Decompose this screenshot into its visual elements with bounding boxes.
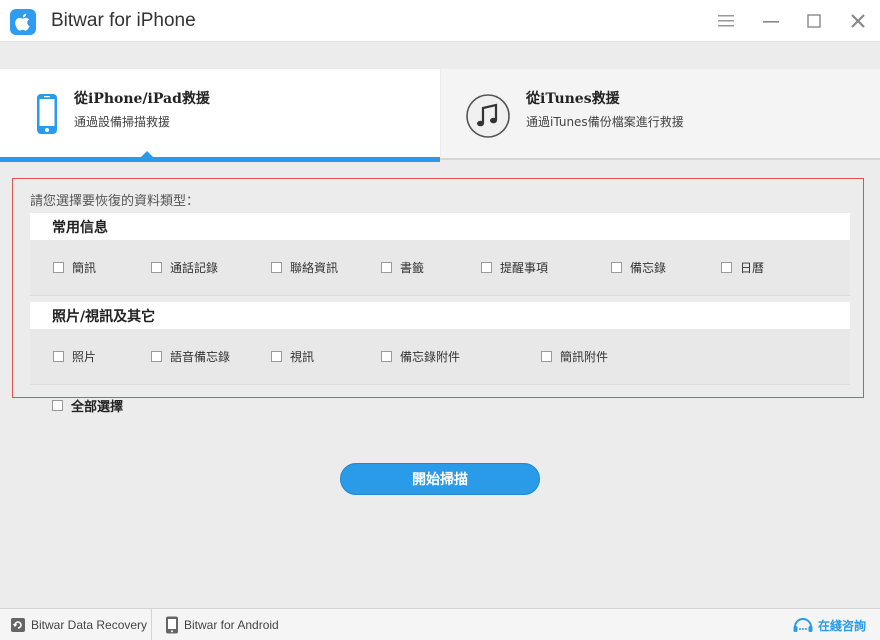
option-label: 簡訊附件	[560, 349, 609, 364]
option-bookmarks[interactable]: 書籤	[381, 259, 424, 275]
tab-title: 從iPhone/iPad救援	[74, 91, 210, 107]
footer-bar: Bitwar Data Recovery Bitwar for Android …	[0, 608, 880, 640]
option-label: 語音備忘錄	[170, 349, 231, 364]
iphone-icon	[37, 94, 57, 134]
footer-link-label: Bitwar Data Recovery	[31, 618, 148, 632]
tab-iphone-recovery[interactable]: 從iPhone/iPad救援 通過設備掃描救援	[0, 69, 440, 159]
select-all-label: 全部選擇	[71, 400, 124, 415]
android-phone-icon	[166, 616, 178, 634]
option-sms[interactable]: 簡訊	[53, 259, 96, 275]
checkbox[interactable]	[611, 261, 622, 273]
checkbox[interactable]	[381, 261, 392, 273]
active-tab-indicator	[0, 157, 440, 162]
apple-logo-icon	[10, 9, 36, 35]
tab-subtitle: 通過設備掃描救援	[74, 115, 171, 129]
option-label: 照片	[72, 349, 97, 364]
option-photos[interactable]: 照片	[53, 348, 96, 364]
select-all-option[interactable]: 全部選擇	[52, 396, 123, 415]
tab-itunes-recovery[interactable]: 從iTunes救援 通過iTunes備份檔案進行救援	[441, 69, 880, 159]
checkbox[interactable]	[151, 350, 162, 362]
option-note-attachments[interactable]: 備忘錄附件	[381, 348, 460, 364]
option-videos[interactable]: 視訊	[271, 348, 314, 364]
select-all-checkbox[interactable]	[52, 400, 63, 411]
data-type-panel: 請您選擇要恢復的資料類型： 常用信息 簡訊 通話記錄 聯絡資訊 書籤 提醒事項 …	[12, 178, 864, 398]
close-icon	[851, 14, 865, 28]
option-label: 書籤	[400, 260, 425, 275]
option-calendar[interactable]: 日曆	[721, 259, 764, 275]
online-consult-label: 在綫咨詢	[817, 618, 866, 633]
minimize-button[interactable]	[761, 11, 781, 31]
group-header-media: 照片/視訊及其它	[30, 302, 850, 329]
checkbox[interactable]	[53, 261, 64, 273]
maximize-icon	[807, 14, 821, 28]
footer-link-data-recovery[interactable]: Bitwar Data Recovery	[10, 609, 147, 640]
menu-button[interactable]	[716, 11, 736, 31]
tab-title: 從iTunes救援	[526, 91, 620, 107]
music-note-icon	[466, 94, 510, 138]
tab-subtitle: 通過iTunes備份檔案進行救援	[526, 115, 684, 129]
option-voice-memos[interactable]: 語音備忘錄	[151, 348, 230, 364]
checkbox[interactable]	[721, 261, 732, 273]
data-type-prompt: 請您選擇要恢復的資料類型：	[30, 194, 200, 209]
start-scan-button[interactable]: 開始掃描	[340, 463, 540, 495]
group-title: 常用信息	[52, 220, 108, 236]
minimize-icon	[763, 21, 779, 23]
checkbox[interactable]	[271, 261, 282, 273]
checkbox[interactable]	[53, 350, 64, 362]
group-options-media: 照片 語音備忘錄 視訊 備忘錄附件 簡訊附件	[30, 329, 850, 385]
option-sms-attachments[interactable]: 簡訊附件	[541, 348, 608, 364]
data-recovery-icon	[11, 618, 25, 632]
group-options-common: 簡訊 通話記錄 聯絡資訊 書籤 提醒事項 備忘錄 日曆	[30, 240, 850, 296]
option-call-log[interactable]: 通話記錄	[151, 259, 218, 275]
footer-link-android[interactable]: Bitwar for Android	[165, 609, 279, 640]
hamburger-menu-icon	[718, 15, 734, 27]
option-notes[interactable]: 備忘錄	[611, 259, 666, 275]
option-label: 通話記錄	[170, 260, 219, 275]
checkbox[interactable]	[271, 350, 282, 362]
window-title: Bitwar for iPhone	[51, 10, 196, 31]
group-title: 照片/視訊及其它	[52, 309, 156, 325]
maximize-button[interactable]	[804, 11, 824, 31]
option-label: 簡訊	[72, 260, 97, 275]
option-label: 備忘錄附件	[400, 349, 461, 364]
option-contacts[interactable]: 聯絡資訊	[271, 259, 338, 275]
option-reminders[interactable]: 提醒事項	[481, 259, 548, 275]
footer-link-label: Bitwar for Android	[184, 618, 279, 632]
close-button[interactable]	[848, 11, 868, 31]
group-header-common: 常用信息	[30, 213, 850, 240]
option-label: 聯絡資訊	[290, 260, 339, 275]
checkbox[interactable]	[541, 350, 552, 362]
option-label: 視訊	[290, 349, 315, 364]
recovery-mode-tabs: 從iPhone/iPad救援 通過設備掃描救援 從iTunes救援 通過iTun…	[0, 69, 880, 163]
checkbox[interactable]	[381, 350, 392, 362]
checkbox[interactable]	[481, 261, 492, 273]
option-label: 提醒事項	[500, 260, 549, 275]
footer-divider	[151, 609, 152, 640]
checkbox[interactable]	[151, 261, 162, 273]
option-label: 備忘錄	[630, 260, 667, 275]
tab-divider	[440, 158, 880, 160]
online-consult-button[interactable]: 在綫咨詢	[792, 609, 866, 640]
option-label: 日曆	[740, 260, 765, 275]
title-bar: Bitwar for iPhone	[0, 0, 880, 42]
headset-icon	[793, 618, 813, 632]
